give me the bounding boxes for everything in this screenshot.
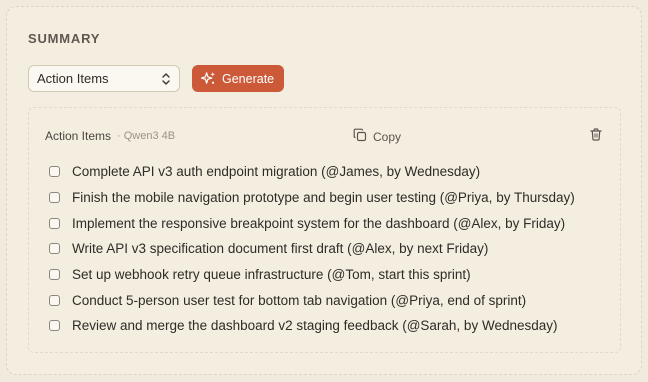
list-item: Write API v3 specification document firs… — [49, 236, 575, 262]
summary-type-select[interactable]: Action Items — [28, 65, 180, 92]
item-text: Review and merge the dashboard v2 stagin… — [72, 318, 558, 334]
list-item: Conduct 5-person user test for bottom ta… — [49, 287, 575, 313]
model-name: Qwen3 4B — [123, 130, 176, 142]
summary-type-select-value: Action Items — [37, 71, 109, 86]
list-item: Implement the responsive breakpoint syst… — [49, 210, 575, 236]
generate-button-label: Generate — [222, 71, 275, 86]
trash-icon — [590, 128, 602, 146]
copy-button-label: Copy — [373, 129, 402, 144]
list-item: Complete API v3 auth endpoint migration … — [49, 159, 575, 185]
summary-heading: SUMMARY — [28, 31, 101, 46]
item-checkbox[interactable] — [49, 243, 60, 255]
summary-controls: Action Items Generate — [28, 65, 285, 92]
card-header: Action Items · Qwen3 4B Copy — [45, 128, 602, 144]
item-text: Finish the mobile navigation prototype a… — [72, 190, 575, 206]
item-checkbox[interactable] — [49, 166, 60, 178]
summary-panel: SUMMARY Action Items Generate Action Ite… — [6, 6, 642, 375]
item-text: Write API v3 specification document firs… — [72, 241, 489, 257]
list-item: Finish the mobile navigation prototype a… — [49, 185, 575, 211]
list-item: Set up webhook retry queue infrastructur… — [49, 262, 575, 288]
action-items-card: Action Items · Qwen3 4B Copy Complete AP… — [28, 107, 621, 353]
copy-button[interactable]: Copy — [353, 128, 401, 145]
item-checkbox[interactable] — [49, 294, 60, 306]
card-title: Action Items — [45, 129, 112, 143]
list-item: Review and merge the dashboard v2 stagin… — [49, 313, 575, 339]
item-checkbox[interactable] — [49, 320, 60, 332]
sparkles-icon — [201, 71, 216, 86]
delete-button[interactable] — [590, 128, 602, 146]
item-checkbox[interactable] — [49, 192, 60, 204]
item-text: Complete API v3 auth endpoint migration … — [72, 164, 481, 180]
item-text: Implement the responsive breakpoint syst… — [72, 215, 566, 231]
card-separator: · — [117, 130, 121, 142]
generate-button[interactable]: Generate — [192, 65, 285, 92]
item-checkbox[interactable] — [49, 269, 60, 281]
chevron-up-down-icon — [161, 72, 171, 86]
item-checkbox[interactable] — [49, 217, 60, 229]
item-text: Set up webhook retry queue infrastructur… — [72, 267, 471, 283]
item-text: Conduct 5-person user test for bottom ta… — [72, 292, 527, 308]
copy-icon — [353, 128, 367, 145]
action-items-list: Complete API v3 auth endpoint migration … — [49, 159, 575, 339]
